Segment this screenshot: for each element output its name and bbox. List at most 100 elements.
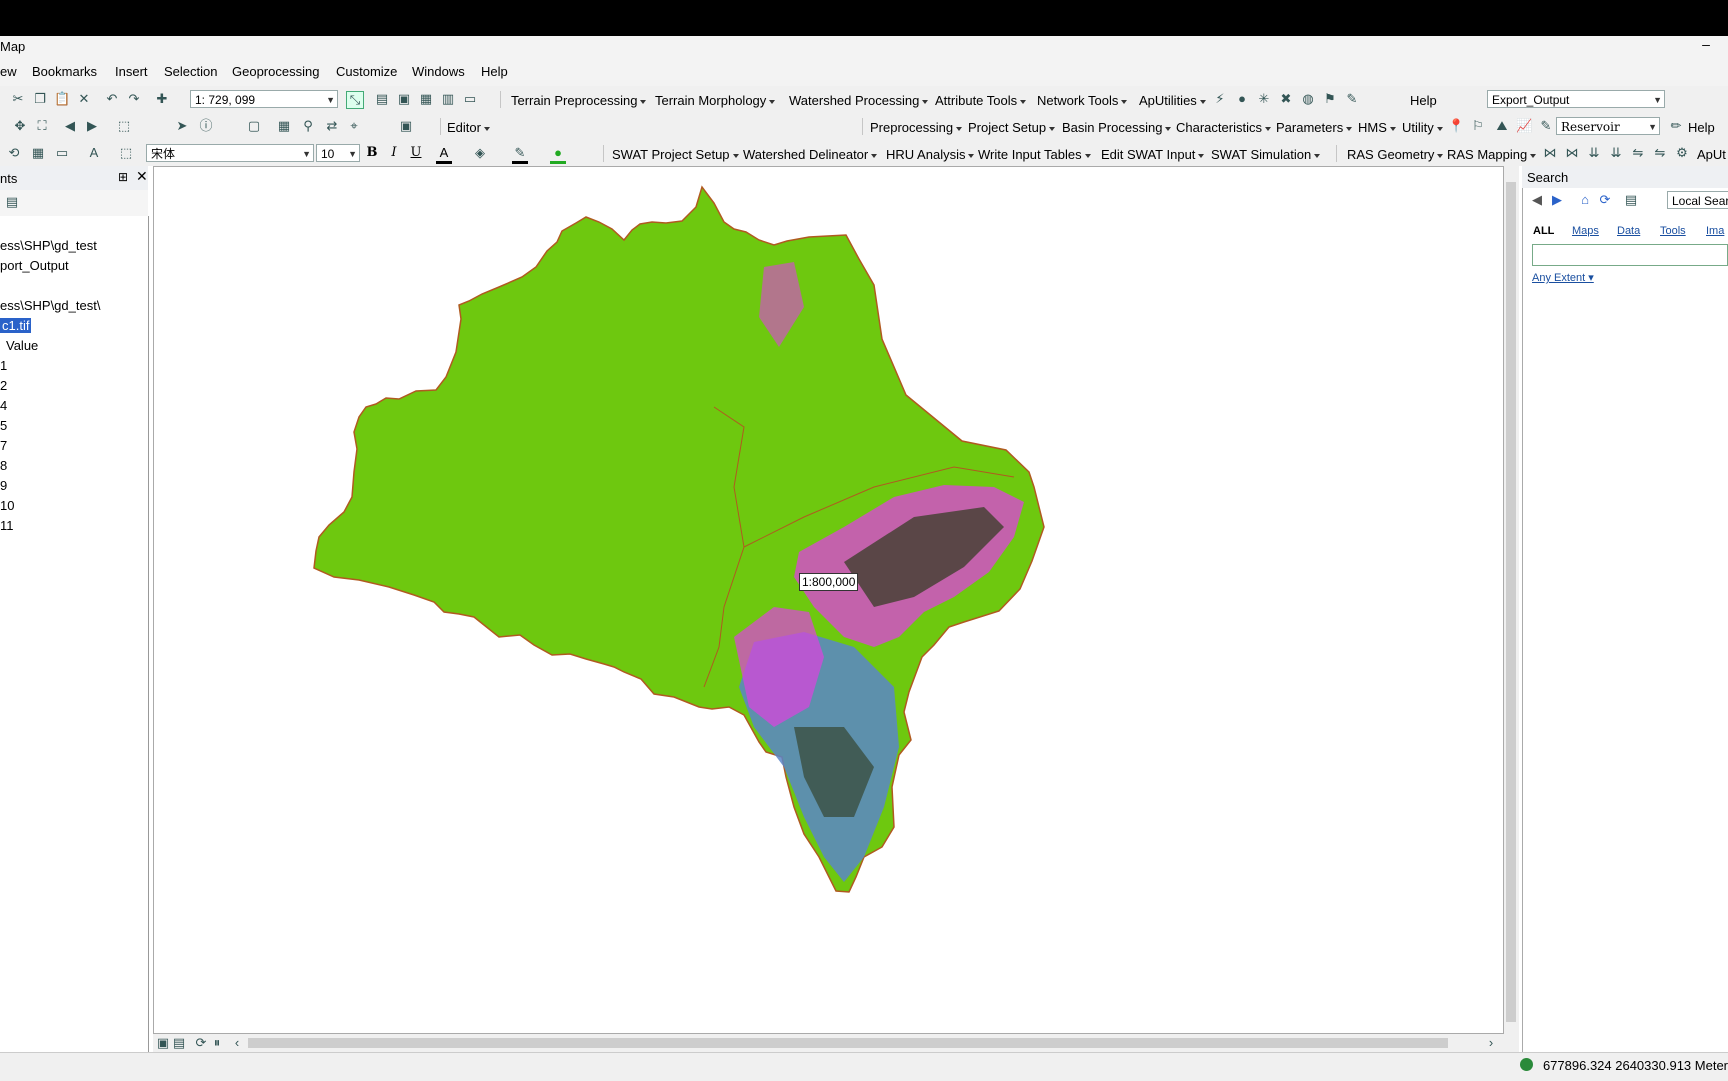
- menu-terrain-preprocessing[interactable]: Terrain Preprocessing: [511, 93, 647, 108]
- menu-hms[interactable]: HMS: [1358, 120, 1396, 135]
- search-tab-data[interactable]: Data: [1617, 225, 1640, 237]
- menu-selection[interactable]: Selection: [164, 64, 217, 79]
- map-vertical-scrollbar[interactable]: [1504, 166, 1519, 1034]
- pencil-icon[interactable]: ✎: [1344, 91, 1360, 107]
- search-tab-all[interactable]: ALL: [1533, 225, 1554, 237]
- search-input[interactable]: [1532, 244, 1728, 266]
- cut-icon[interactable]: ✂: [10, 91, 26, 107]
- vertical-scroll-thumb[interactable]: [1506, 182, 1516, 1022]
- toc-group-path-2[interactable]: ess\SHP\gd_test\: [0, 298, 100, 313]
- full-extent-icon[interactable]: ✥: [12, 118, 28, 134]
- rectangle-draw-icon[interactable]: ▭: [54, 145, 70, 161]
- ras-tool-icon-4[interactable]: ⇊: [1608, 145, 1624, 161]
- view-options-icon[interactable]: ▤: [1623, 192, 1639, 208]
- menu-ras-mapping[interactable]: RAS Mapping: [1447, 147, 1537, 162]
- toc-class-8[interactable]: 8: [0, 458, 7, 473]
- font-name-combo[interactable]: 宋体 ▼: [146, 144, 314, 162]
- goto-xy-icon[interactable]: ⌖: [346, 118, 362, 134]
- ras-tool-icon-6[interactable]: ⇋: [1652, 145, 1668, 161]
- line-color-icon[interactable]: ✎: [512, 145, 528, 164]
- image-draw-icon[interactable]: ⬚: [118, 145, 134, 161]
- menu-characteristics[interactable]: Characteristics: [1176, 120, 1271, 135]
- menu-insert[interactable]: Insert: [115, 64, 148, 79]
- ras-tool-icon-2[interactable]: ⋈: [1564, 145, 1580, 161]
- menu-editor[interactable]: Editor: [447, 120, 490, 135]
- help-link-2[interactable]: Help: [1688, 120, 1715, 135]
- map-horizontal-scrollbar[interactable]: ▣ ▤ ⟳ ⏸ ‹ ›: [153, 1034, 1519, 1052]
- ras-tool-icon-1[interactable]: ⋈: [1542, 145, 1558, 161]
- find-icon[interactable]: ⚲: [300, 118, 316, 134]
- menu-swat-project-setup[interactable]: SWAT Project Setup: [612, 147, 739, 162]
- search-tab-maps[interactable]: Maps: [1572, 225, 1599, 237]
- flow-icon[interactable]: ⚡: [1212, 91, 1228, 107]
- pause-icon[interactable]: ⏸: [209, 1035, 225, 1051]
- data-view-icon[interactable]: ▣: [155, 1035, 171, 1051]
- add-data-icon[interactable]: ✚: [154, 91, 170, 107]
- menu-view[interactable]: ew: [0, 64, 17, 79]
- ras-tool-icon-3[interactable]: ⇊: [1586, 145, 1602, 161]
- target-layer-combo[interactable]: Export_Output ▼: [1487, 90, 1665, 108]
- batch-icon[interactable]: ✳: [1256, 91, 1272, 107]
- toc-class-2[interactable]: 2: [0, 378, 7, 393]
- toc-class-7[interactable]: 7: [0, 438, 7, 453]
- toc-class-10[interactable]: 10: [0, 498, 14, 513]
- menu-watershed-processing[interactable]: Watershed Processing: [789, 93, 929, 108]
- toolbox-icon[interactable]: ▥: [440, 91, 456, 107]
- location-icon[interactable]: ⚐: [1470, 118, 1486, 134]
- pointer-icon[interactable]: ➤: [174, 118, 190, 134]
- font-color-button[interactable]: A: [436, 145, 452, 164]
- reservoir-combo[interactable]: Reservoir ▼: [1556, 117, 1660, 135]
- bold-button[interactable]: B: [364, 145, 380, 161]
- search-forward-icon[interactable]: ▶: [1549, 192, 1565, 208]
- menu-preprocessing[interactable]: Preprocessing: [870, 120, 963, 135]
- underline-button[interactable]: U: [408, 145, 424, 161]
- italic-button[interactable]: I: [386, 145, 402, 161]
- ras-tool-icon-5[interactable]: ⇋: [1630, 145, 1646, 161]
- point-icon[interactable]: ●: [1234, 91, 1250, 107]
- menu-write-input-tables[interactable]: Write Input Tables: [978, 147, 1091, 162]
- menu-attribute-tools[interactable]: Attribute Tools: [935, 93, 1027, 108]
- menu-bookmarks[interactable]: Bookmarks: [32, 64, 97, 79]
- toc-layer-raster-selected[interactable]: c1.tif: [0, 318, 32, 333]
- pin-icon[interactable]: 📍: [1448, 118, 1464, 134]
- marker-color-icon[interactable]: ●: [550, 145, 566, 164]
- toc-class-1[interactable]: 1: [0, 358, 7, 373]
- close-tool-icon[interactable]: ✖: [1278, 91, 1294, 107]
- globe-icon[interactable]: ◍: [1300, 91, 1316, 107]
- grid-icon[interactable]: ▦: [30, 145, 46, 161]
- search-back-icon[interactable]: ◀: [1529, 192, 1545, 208]
- scroll-right-icon[interactable]: ›: [1483, 1035, 1499, 1051]
- map-canvas[interactable]: 1:800,000: [153, 166, 1504, 1034]
- draw-icon[interactable]: ✎: [1538, 118, 1554, 134]
- menu-hru-analysis[interactable]: HRU Analysis: [886, 147, 975, 162]
- ras-tool-icon-7[interactable]: ⚙: [1674, 145, 1690, 161]
- search-tab-tools[interactable]: Tools: [1660, 225, 1686, 237]
- toc-class-5[interactable]: 5: [0, 418, 7, 433]
- rotate-icon[interactable]: ⟲: [6, 145, 22, 161]
- aputilities-link[interactable]: ApUt: [1697, 147, 1726, 162]
- scroll-left-icon[interactable]: ‹: [229, 1035, 245, 1051]
- toc-group-path-1[interactable]: ess\SHP\gd_test: [0, 238, 97, 253]
- identify-icon[interactable]: ⓘ: [198, 118, 214, 134]
- edit-pencil-icon[interactable]: ✏: [1668, 118, 1684, 134]
- search-scope-combo[interactable]: Local Sear: [1667, 191, 1728, 209]
- menu-terrain-morphology[interactable]: Terrain Morphology: [655, 93, 776, 108]
- search-tab-images[interactable]: Ima: [1706, 225, 1724, 237]
- menu-watershed-delineator[interactable]: Watershed Delineator: [743, 147, 878, 162]
- menu-ras-geometry[interactable]: RAS Geometry: [1347, 147, 1444, 162]
- horizontal-scroll-thumb[interactable]: [248, 1038, 1448, 1048]
- copy-icon[interactable]: ❐: [32, 91, 48, 107]
- delete-icon[interactable]: ✕: [76, 91, 92, 107]
- paste-icon[interactable]: 📋: [54, 91, 70, 107]
- undo-icon[interactable]: ↶: [104, 91, 120, 107]
- python-icon[interactable]: ▭: [462, 91, 478, 107]
- toc-class-11[interactable]: 11: [0, 518, 14, 533]
- menu-project-setup[interactable]: Project Setup: [968, 120, 1056, 135]
- zoom-extent-icon[interactable]: ⛶: [34, 118, 50, 134]
- forward-icon[interactable]: ▶: [84, 118, 100, 134]
- refresh-icon[interactable]: ⟳: [193, 1035, 209, 1051]
- menu-utility[interactable]: Utility: [1402, 120, 1443, 135]
- back-icon[interactable]: ◀: [62, 118, 78, 134]
- close-icon[interactable]: ✕: [136, 168, 148, 185]
- minimize-button[interactable]: –: [1696, 36, 1716, 56]
